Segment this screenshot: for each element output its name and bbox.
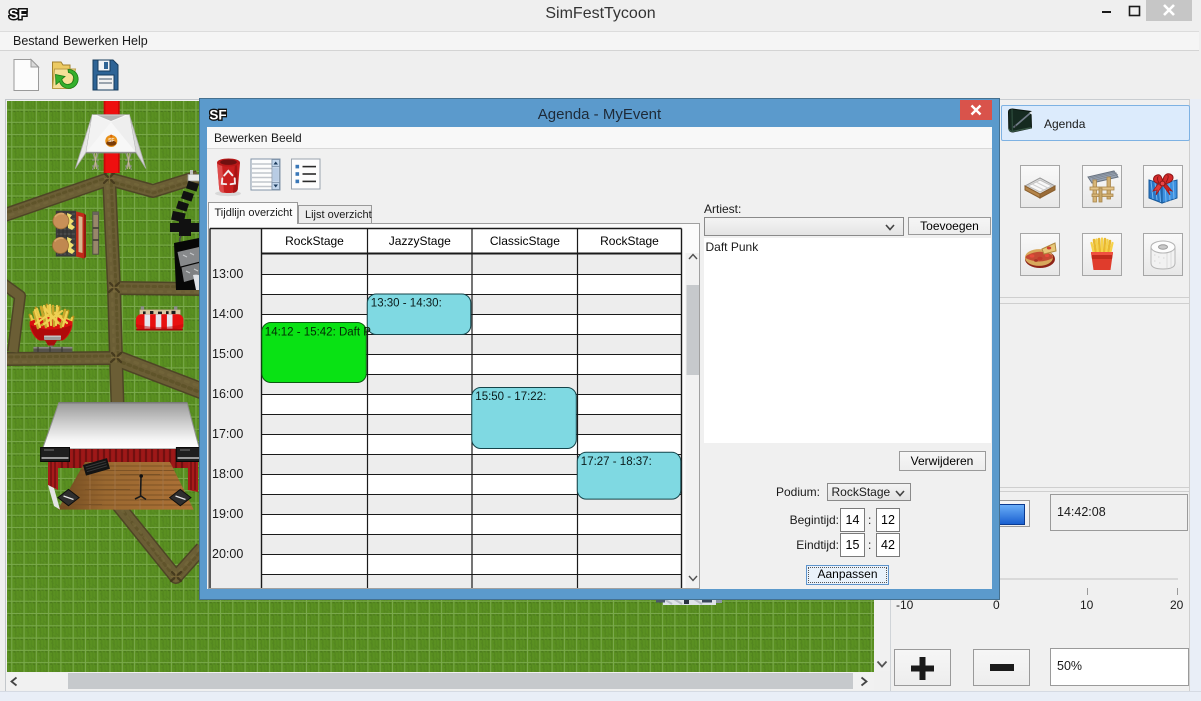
- svg-text:17:27 - 18:37:: 17:27 - 18:37:: [581, 455, 652, 467]
- svg-text:13:30 - 14:30:: 13:30 - 14:30:: [371, 297, 442, 309]
- svg-text:15:50 - 17:22:: 15:50 - 17:22:: [475, 391, 546, 403]
- svg-text:RockStage: RockStage: [285, 234, 344, 248]
- svg-text:SF: SF: [9, 6, 27, 22]
- svg-text:SF: SF: [108, 138, 114, 144]
- svg-text:JazzyStage: JazzyStage: [389, 234, 451, 248]
- svg-text:14:12 - 15:42: Daft P: 14:12 - 15:42: Daft P: [265, 326, 371, 338]
- svg-text:RockStage: RockStage: [600, 234, 659, 248]
- svg-text:ClassicStage: ClassicStage: [490, 234, 560, 248]
